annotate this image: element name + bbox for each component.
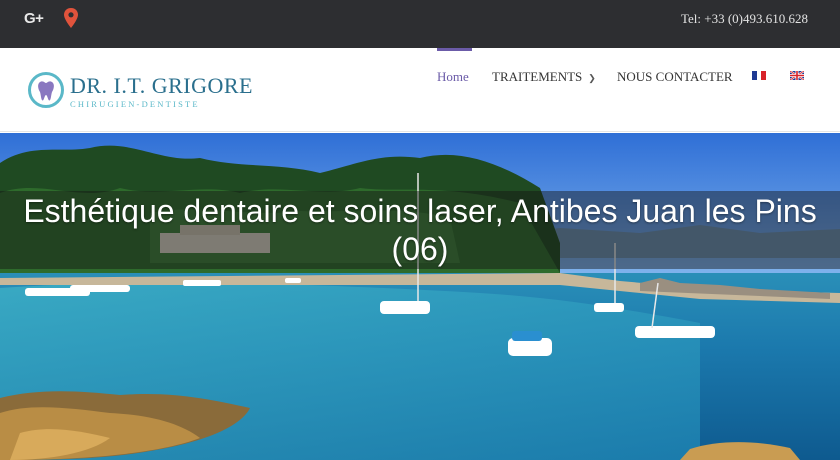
site-header: DR. I.T. GRIGORE CHIRUGIEN-DENTISTE Home… [0, 48, 840, 132]
nav-home[interactable]: Home [437, 69, 469, 85]
phone-number[interactable]: Tel: +33 (0)493.610.628 [681, 11, 808, 27]
active-indicator [437, 48, 472, 51]
nav-traitements-label: TRAITEMENTS [492, 69, 583, 84]
hero-banner: Esthétique dentaire et soins laser, Anti… [0, 133, 840, 460]
top-bar: G+ Tel: +33 (0)493.610.628 [0, 0, 840, 48]
main-navigation: Home TRAITEMENTS ❯ NOUS CONTACTER [0, 48, 840, 132]
flag-uk-icon[interactable] [790, 71, 804, 80]
hero-title-overlay: Esthétique dentaire et soins laser, Anti… [0, 191, 840, 269]
flag-fr-icon[interactable] [752, 71, 767, 80]
map-pin-icon[interactable] [63, 7, 79, 29]
nav-contact[interactable]: NOUS CONTACTER [617, 69, 733, 85]
hero-image [0, 133, 840, 460]
chevron-down-icon: ❯ [588, 73, 596, 83]
nav-traitements[interactable]: TRAITEMENTS ❯ [492, 69, 596, 85]
hero-title: Esthétique dentaire et soins laser, Anti… [23, 193, 817, 267]
google-plus-icon[interactable]: G+ [24, 10, 44, 27]
